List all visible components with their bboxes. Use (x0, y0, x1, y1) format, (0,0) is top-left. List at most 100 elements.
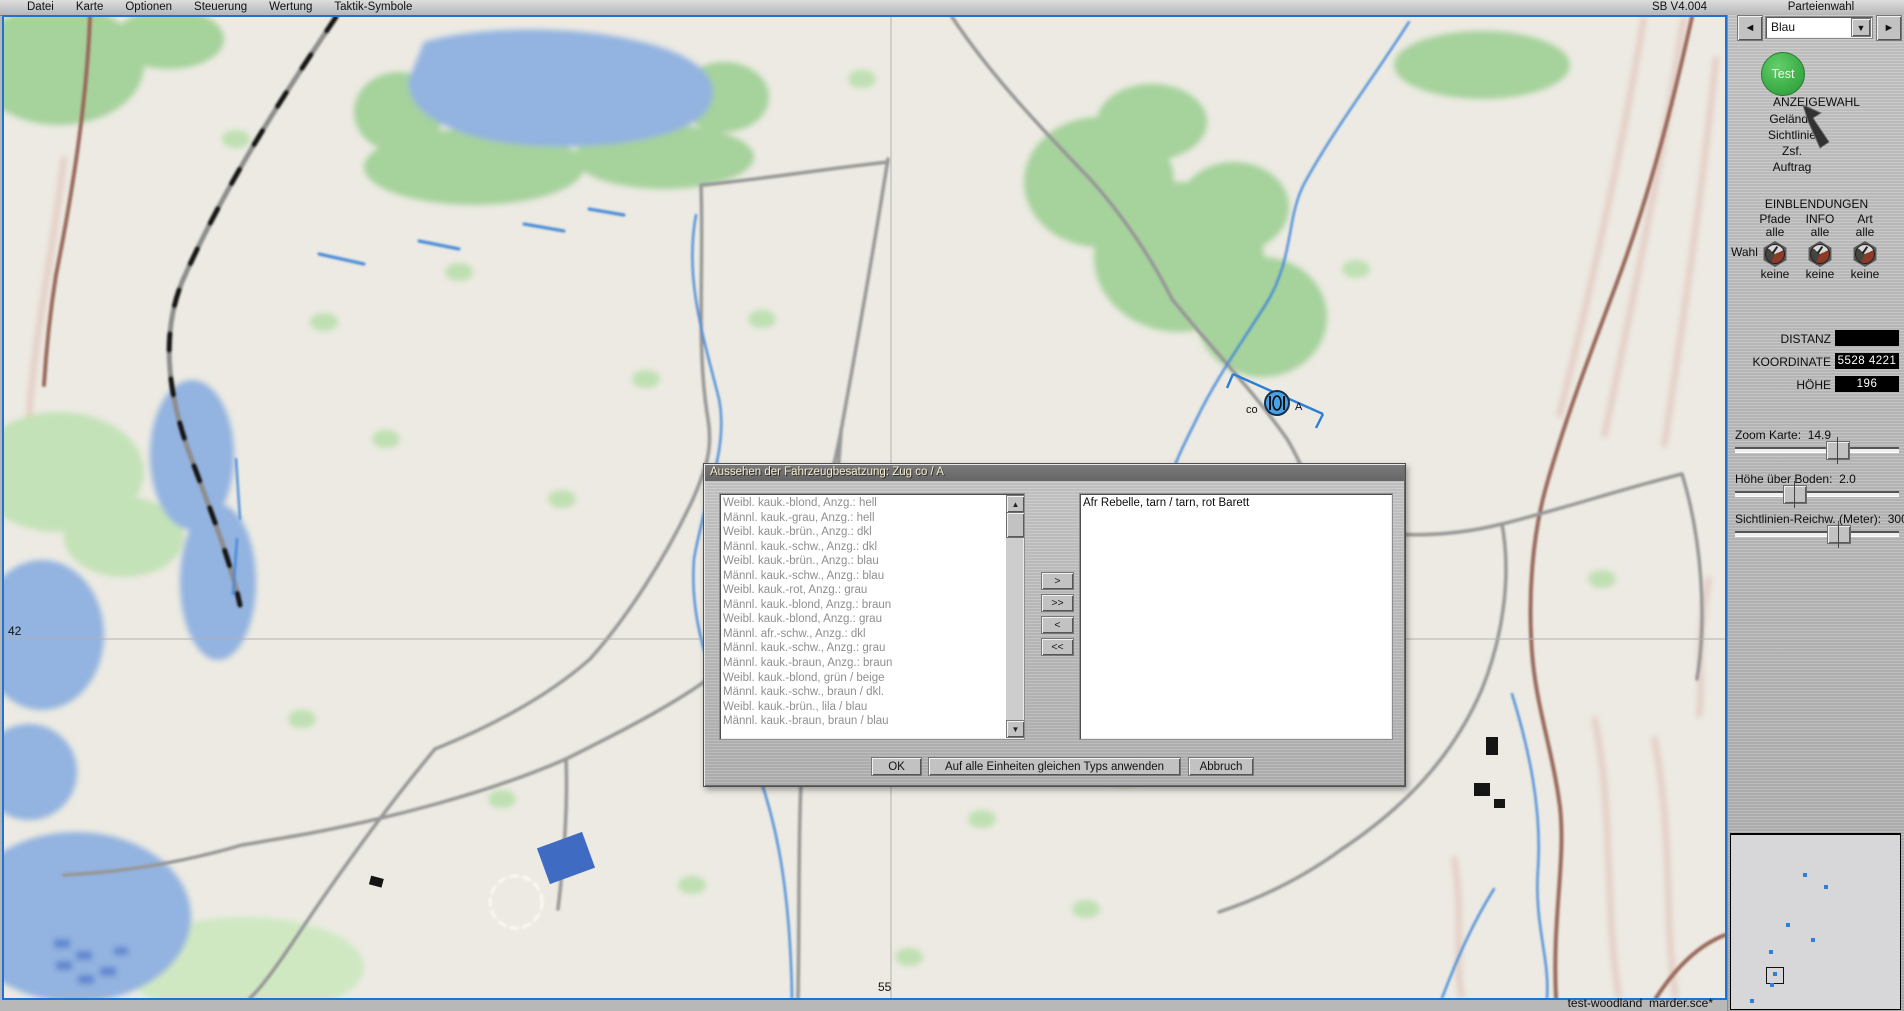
slider-label: Sichtlinien-Reichw. (Meter): 3009 (1735, 512, 1904, 526)
ok-button[interactable]: OK (871, 757, 922, 776)
transfer-button[interactable]: < (1041, 616, 1074, 634)
scrollbar-thumb[interactable] (1006, 512, 1025, 538)
minimap-unit-dot (1750, 999, 1754, 1003)
selected-crew-items: Afr Rebelle, tarn / tarn, rot Barett (1083, 496, 1389, 737)
crew-option[interactable]: Weibl. kauk.-brün., lila / blau (723, 700, 1004, 715)
mouse-cursor-icon (1802, 104, 1832, 150)
hoehe-label: HÖHE (1728, 378, 1831, 392)
anzeigewahl-option[interactable]: Auftrag (1728, 159, 1856, 175)
sidebar: ◄ Blau ▼ ► Test ANZEIGEWAHL GeländeSicht… (1727, 15, 1904, 1011)
crew-option[interactable]: Weibl. kauk.-rot, Anzg.: grau (723, 583, 1004, 598)
chevron-down-icon[interactable]: ▼ (1851, 18, 1871, 37)
menu-item[interactable]: Datei (16, 0, 65, 15)
anzeigewahl-option[interactable]: Sichtlinie (1728, 127, 1856, 143)
eye-height-slider-thumb[interactable] (1783, 485, 1807, 504)
eye-height-slider-track[interactable] (1735, 491, 1899, 497)
anzeigewahl-option[interactable]: Zsf. (1728, 143, 1856, 159)
crew-option[interactable]: Männl. afr.-schw., Anzg.: dkl (723, 627, 1004, 642)
crew-appearance-dialog: Aussehen der Fahrzeugbesatzung: Zug co /… (703, 463, 1406, 787)
hoehe-value: 196 (1835, 376, 1899, 392)
menu-item[interactable]: Taktik-Symbole (323, 0, 423, 15)
scenario-file-label: test-woodland marder.sce* (1568, 996, 1713, 1010)
menu-items: DateiKarteOptionenSteuerungWertungTaktik… (16, 0, 423, 15)
transfer-button[interactable]: >> (1041, 594, 1074, 612)
crew-option[interactable]: Männl. kauk.-grau, Anzg.: hell (723, 511, 1004, 526)
scrollbar[interactable]: ▲ ▼ (1006, 495, 1023, 738)
info-knob[interactable] (1807, 241, 1833, 267)
menu-item[interactable]: Karte (65, 0, 115, 15)
selected-crew-option[interactable]: Afr Rebelle, tarn / tarn, rot Barett (1083, 496, 1389, 511)
menu-item[interactable]: Optionen (114, 0, 183, 15)
col-state-bottom: keine (1752, 268, 1798, 281)
einblendung-col-art: Art alle keine (1842, 213, 1888, 281)
crew-option[interactable]: Weibl. kauk.-blond, Anzg.: grau (723, 612, 1004, 627)
crew-option[interactable]: Männl. kauk.-schw., Anzg.: grau (723, 641, 1004, 656)
col-state-top: alle (1752, 226, 1798, 239)
party-selection-label: Parteienwahl (1745, 1, 1897, 13)
version-label: SB V4.004 (1652, 1, 1707, 13)
crew-option[interactable]: Männl. kauk.-braun, Anzg.: braun (723, 656, 1004, 671)
col-state-bottom: keine (1797, 268, 1843, 281)
available-crew-items: Weibl. kauk.-blond, Anzg.: hellMännl. ka… (723, 496, 1004, 737)
scroll-down-icon[interactable]: ▼ (1006, 720, 1025, 738)
grid-label-42: 42 (8, 624, 22, 638)
slider-label: Höhe über Boden: 2.0 (1735, 472, 1856, 486)
col-state-top: alle (1797, 226, 1843, 239)
distanz-readout: DISTANZ (1728, 330, 1904, 346)
zoom-slider-track[interactable] (1735, 447, 1899, 453)
anzeigewahl-items: GeländeSichtlinieZsf.Auftrag (1728, 111, 1856, 175)
crew-option[interactable]: Männl. kauk.-schw., braun / dkl. (723, 685, 1004, 700)
minimap-unit-dot (1786, 923, 1790, 927)
einblendung-col-pfade: Pfade alle keine (1752, 213, 1798, 281)
einblendung-col-info: INFO alle keine (1797, 213, 1843, 281)
transfer-button[interactable]: << (1041, 638, 1074, 656)
menu-item[interactable]: Steuerung (183, 0, 258, 15)
hoehe-readout: HÖHE 196 (1728, 376, 1904, 392)
party-select[interactable]: Blau ▼ (1765, 16, 1873, 39)
koordinate-value: 5528 4221 (1835, 353, 1899, 369)
minimap-unit-dot (1824, 885, 1828, 889)
pfade-knob[interactable] (1762, 241, 1788, 267)
koordinate-label: KOORDINATE (1728, 355, 1831, 369)
minimap-unit-dot (1770, 983, 1774, 987)
test-button[interactable]: Test (1761, 52, 1805, 96)
apply-all-button[interactable]: Auf alle Einheiten gleichen Typs anwende… (928, 757, 1181, 776)
minimap-unit-dot (1811, 938, 1815, 942)
minimap[interactable] (1730, 833, 1901, 1010)
crew-option[interactable]: Weibl. kauk.-brün., Anzg.: blau (723, 554, 1004, 569)
cancel-button[interactable]: Abbruch (1188, 757, 1254, 776)
menu-item[interactable]: Wertung (258, 0, 323, 15)
transfer-button[interactable]: > (1041, 572, 1074, 590)
selected-crew-list[interactable]: Afr Rebelle, tarn / tarn, rot Barett (1079, 493, 1393, 740)
crew-option[interactable]: Weibl. kauk.-brün., Anzg.: dkl (723, 525, 1004, 540)
los-range-slider-track[interactable] (1735, 531, 1899, 537)
minimap-unit-dot (1803, 873, 1807, 877)
crew-option[interactable]: Männl. kauk.-blond, Anzg.: braun (723, 598, 1004, 613)
party-next-button[interactable]: ► (1876, 15, 1902, 41)
col-state-bottom: keine (1842, 268, 1888, 281)
status-bar: test-woodland marder.sce* (0, 1000, 1727, 1011)
einblendungen-title: EINBLENDUNGEN (1728, 197, 1904, 211)
dialog-title: Aussehen der Fahrzeugbesatzung: Zug co /… (705, 465, 1404, 481)
scroll-up-icon[interactable]: ▲ (1006, 495, 1025, 513)
crew-option[interactable]: Weibl. kauk.-blond, grün / beige (723, 671, 1004, 686)
grid-label-55: 55 (878, 980, 892, 994)
anzeigewahl-option[interactable]: Gelände (1728, 111, 1856, 127)
col-state-top: alle (1842, 226, 1888, 239)
crew-option[interactable]: Männl. kauk.-schw., Anzg.: dkl (723, 540, 1004, 555)
zoom-slider-thumb[interactable] (1826, 441, 1850, 460)
los-range-slider-thumb[interactable] (1827, 525, 1851, 544)
crew-option[interactable]: Männl. kauk.-schw., Anzg.: blau (723, 569, 1004, 584)
minimap-unit-dot (1773, 972, 1777, 976)
party-select-value: Blau (1771, 20, 1795, 34)
party-prev-button[interactable]: ◄ (1737, 15, 1763, 41)
crew-option[interactable]: Weibl. kauk.-blond, Anzg.: hell (723, 496, 1004, 511)
distanz-label: DISTANZ (1728, 332, 1831, 346)
crew-option[interactable]: Männl. kauk.-braun, braun / blau (723, 714, 1004, 729)
distanz-value (1835, 330, 1899, 346)
minimap-unit-dot (1769, 950, 1773, 954)
available-crew-list[interactable]: Weibl. kauk.-blond, Anzg.: hellMännl. ka… (719, 493, 1025, 740)
unit-label-co: co (1246, 404, 1258, 416)
unit-label-a: A (1295, 401, 1303, 413)
art-knob[interactable] (1852, 241, 1878, 267)
